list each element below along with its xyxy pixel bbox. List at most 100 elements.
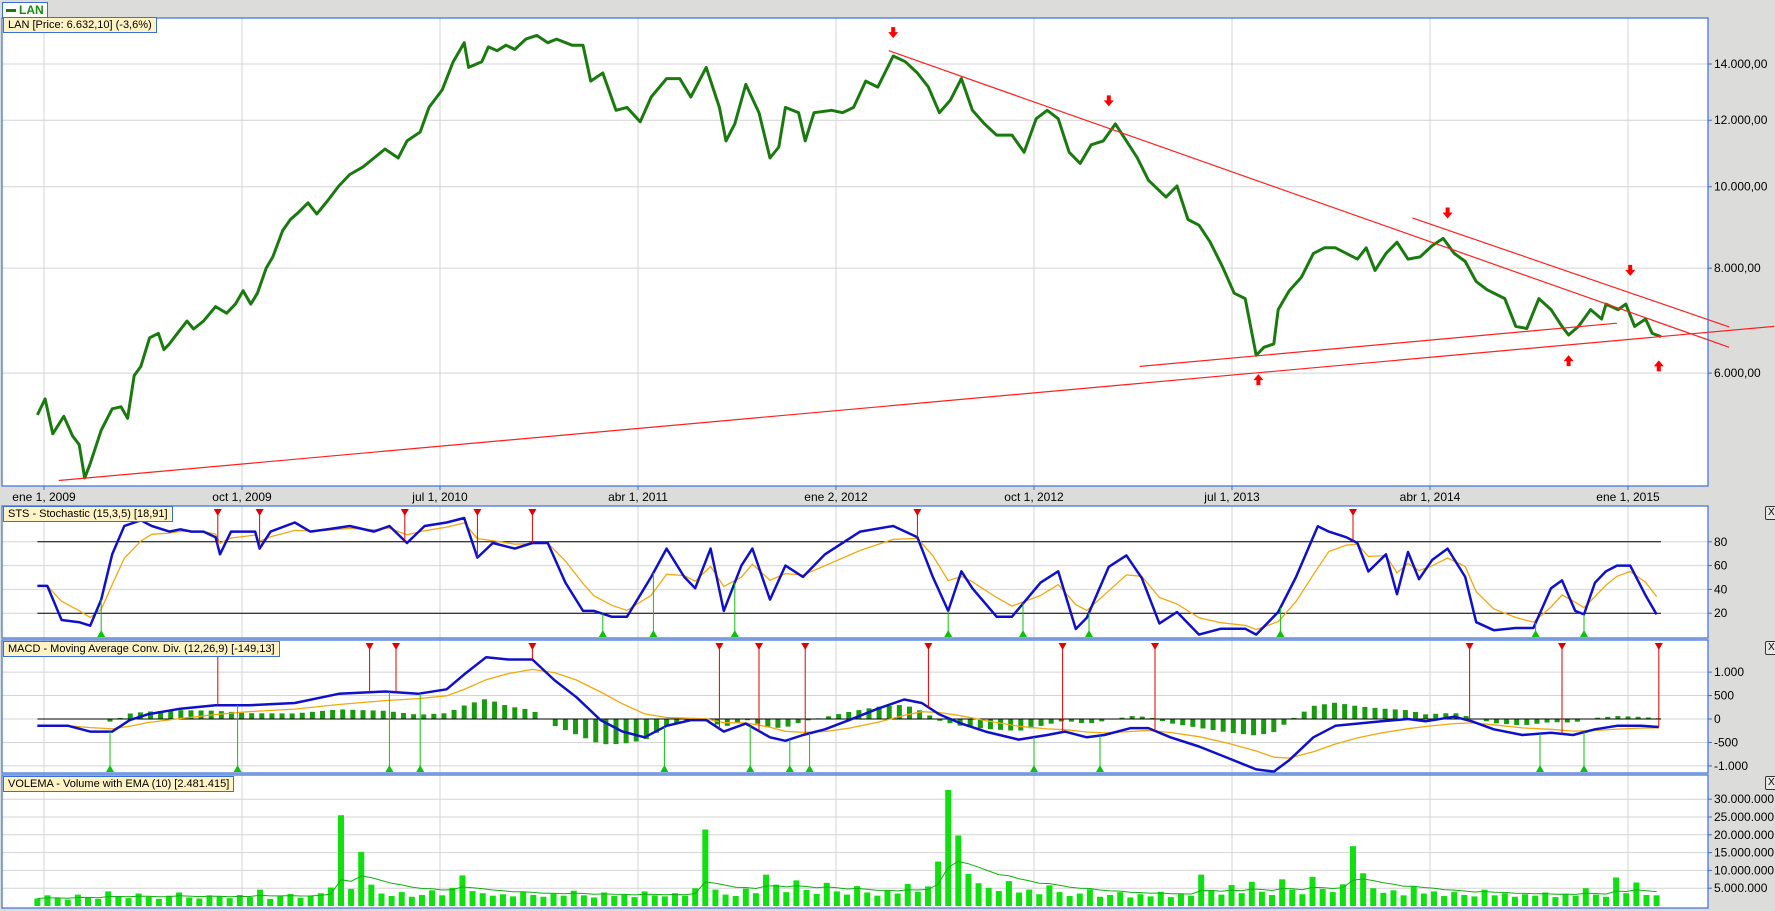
volume-bar	[1117, 892, 1124, 906]
macd-histogram-bar	[583, 719, 589, 739]
volume-bar	[864, 892, 871, 906]
volume-bar	[550, 893, 557, 906]
macd-histogram-bar	[309, 711, 315, 719]
close-sts-panel-button[interactable]: X	[1765, 506, 1775, 520]
macd-histogram-bar	[289, 713, 295, 719]
macd-histogram-bar	[785, 719, 791, 727]
sts-y-tick-label: 80	[1714, 535, 1728, 549]
volume-bar	[44, 895, 51, 906]
volume-bar	[621, 894, 628, 906]
volume-bar	[510, 896, 517, 906]
volume-bar	[196, 898, 203, 906]
volume-bar	[1430, 891, 1437, 906]
volume-bar	[1086, 889, 1093, 906]
volume-bar	[1542, 892, 1549, 906]
price-panel-label: LAN [Price: 6.632,10] (-3,6%)	[3, 17, 157, 33]
volume-bar	[115, 896, 122, 906]
macd-histogram-bar	[1079, 719, 1085, 724]
volume-bar	[145, 896, 152, 906]
macd-histogram-bar	[1170, 719, 1176, 724]
price-y-tick-label: 12.000,00	[1714, 113, 1768, 127]
macd-histogram-bar	[1190, 719, 1196, 727]
macd-histogram-bar	[431, 713, 437, 719]
volume-bar	[844, 894, 850, 906]
close-macd-panel-button[interactable]: X	[1765, 641, 1775, 655]
volume-bar	[1208, 889, 1215, 906]
macd-histogram-bar	[573, 719, 579, 735]
macd-histogram-bar	[552, 719, 558, 727]
macd-histogram-bar	[481, 699, 487, 719]
volume-bar	[682, 895, 689, 906]
macd-histogram-bar	[1271, 719, 1277, 733]
sts-background	[2, 506, 1708, 638]
macd-histogram-bar	[1564, 719, 1570, 723]
volume-bar	[1076, 893, 1083, 906]
volume-bar	[631, 897, 638, 906]
volume-bar	[429, 890, 436, 906]
volume-bar	[702, 829, 709, 906]
macd-histogram-bar	[927, 715, 933, 719]
macd-histogram-bar	[734, 719, 740, 723]
volume-bar	[995, 891, 1002, 906]
volume-bar	[1380, 892, 1387, 906]
volume-bar	[520, 891, 527, 906]
macd-histogram-bar	[512, 707, 518, 719]
macd-histogram-bar	[492, 701, 498, 719]
volume-bar	[1532, 895, 1539, 906]
macd-histogram-bar	[1220, 719, 1226, 732]
volume-bar	[975, 883, 982, 906]
macd-histogram-bar	[795, 719, 801, 724]
macd-histogram-bar	[1544, 719, 1550, 723]
volume-bar	[1299, 894, 1306, 906]
volume-bar	[499, 894, 506, 906]
volume-bar	[1592, 894, 1599, 906]
macd-histogram-bar	[218, 711, 224, 719]
macd-histogram-bar	[1230, 719, 1236, 734]
macd-panel-label: MACD - Moving Average Conv. Div. (12,26,…	[3, 641, 280, 657]
volume-bar	[742, 888, 749, 906]
volume-bar	[226, 898, 233, 906]
volume-bar	[125, 898, 132, 906]
x-tick-label: oct 1, 2009	[212, 490, 272, 504]
volume-bar	[661, 896, 668, 906]
macd-histogram-bar	[451, 709, 457, 719]
volume-bar	[904, 883, 911, 906]
macd-histogram-bar	[1402, 710, 1408, 719]
macd-histogram-bar	[380, 710, 386, 719]
volume-bar	[54, 897, 61, 906]
macd-histogram-bar	[906, 706, 912, 719]
macd-histogram-bar	[269, 713, 275, 719]
volume-bar	[95, 898, 102, 906]
macd-histogram-bar	[1321, 704, 1327, 719]
volume-bar	[165, 895, 172, 906]
macd-histogram-bar	[1514, 719, 1520, 725]
macd-histogram-bar	[390, 711, 396, 719]
volume-bar	[439, 895, 446, 906]
volume-bar	[651, 895, 658, 906]
volume-bar	[1633, 882, 1640, 906]
volume-bar	[257, 889, 264, 906]
x-tick-label: jul 1, 2013	[1203, 490, 1260, 504]
volume-bar	[1107, 894, 1114, 906]
macd-histogram-bar	[1504, 719, 1510, 725]
macd-histogram-bar	[1018, 719, 1024, 731]
volume-bar	[489, 895, 496, 906]
macd-histogram-bar	[1412, 711, 1418, 719]
macd-histogram-bar	[1372, 707, 1378, 719]
volume-bar	[833, 891, 840, 906]
symbol-legend[interactable]: LAN	[2, 2, 48, 18]
macd-histogram-bar	[1352, 705, 1358, 719]
volume-bar	[1501, 893, 1508, 906]
macd-histogram-bar	[441, 713, 447, 719]
macd-histogram-bar	[320, 710, 326, 719]
close-volema-panel-button[interactable]: X	[1765, 776, 1775, 790]
volume-bar	[965, 873, 972, 906]
volume-bar	[1258, 891, 1265, 906]
volume-bar	[671, 893, 678, 906]
macd-histogram-bar	[633, 719, 639, 742]
macd-histogram-bar	[1048, 719, 1054, 724]
macd-histogram-bar	[1038, 719, 1044, 726]
volume-bar	[773, 884, 780, 906]
macd-y-tick-label: 500	[1714, 689, 1734, 703]
macd-histogram-bar	[1251, 719, 1257, 736]
